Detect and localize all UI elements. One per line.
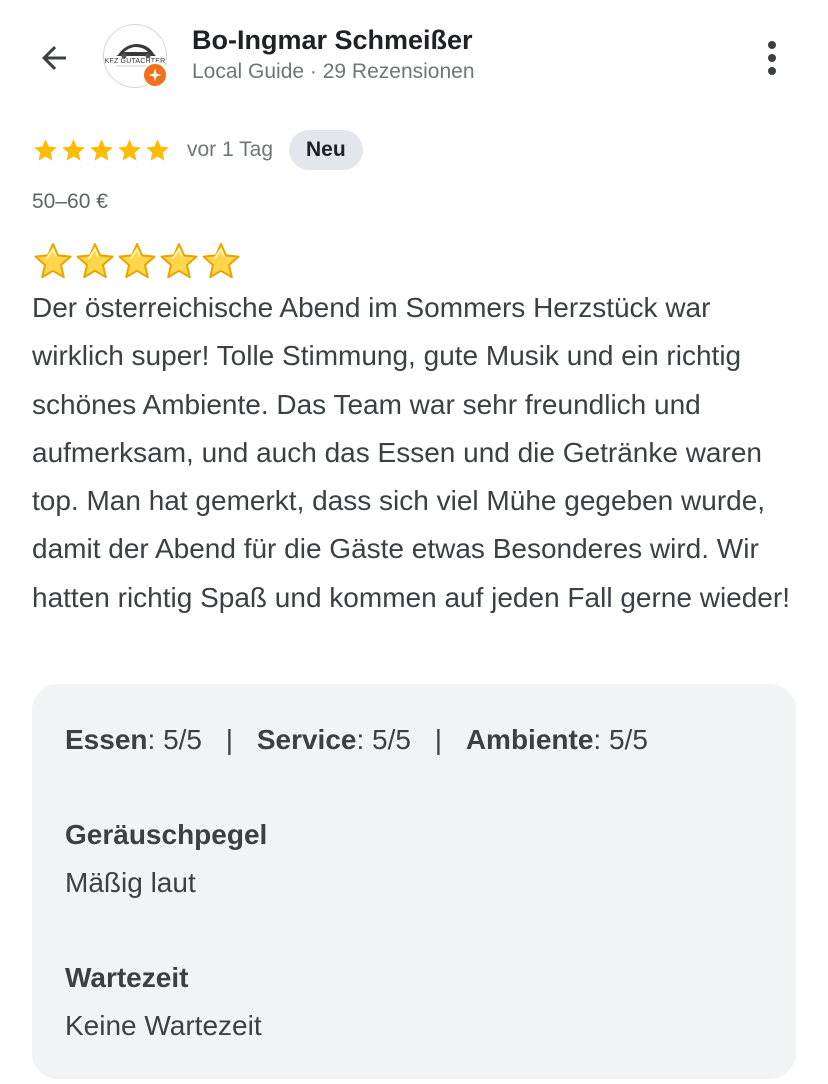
star-rating xyxy=(32,137,171,164)
star-icon xyxy=(90,138,113,161)
back-button[interactable] xyxy=(28,32,80,84)
emoji-star-icon xyxy=(118,243,156,279)
scores-row: Essen: 5/5 | Service: 5/5 | Ambiente: 5/… xyxy=(65,724,648,755)
attributes-panel: Essen: 5/5 | Service: 5/5 | Ambiente: 5/… xyxy=(32,684,796,1079)
score-value-ambiente: 5/5 xyxy=(608,724,648,755)
score-label-ambiente: Ambiente xyxy=(465,724,594,755)
review-time: vor 1 Tag xyxy=(187,138,273,161)
emoji-star-icon xyxy=(34,243,72,279)
more-vertical-icon xyxy=(768,41,776,75)
local-guide-badge xyxy=(142,62,168,88)
separator: | xyxy=(225,724,234,755)
author-meta: Local Guide · 29 Rezensionen xyxy=(192,60,475,83)
emoji-star-icon xyxy=(76,243,114,279)
back-arrow-icon xyxy=(42,46,66,70)
score-value-service: 5/5 xyxy=(372,724,411,755)
review-header: KFZ GUTACHTER Bo-Ingmar Schmeißer Local … xyxy=(0,0,828,120)
local-guide-star-icon xyxy=(148,68,162,82)
score-value-essen: 5/5 xyxy=(163,724,202,755)
emoji-stars: ⭐⭐⭐⭐⭐ xyxy=(32,240,242,282)
emoji-star-icon xyxy=(160,243,198,279)
review-text: Der österreichische Abend im Sommers Her… xyxy=(32,292,790,613)
score-label-service: Service xyxy=(256,724,357,755)
score-label-essen: Essen xyxy=(65,724,148,755)
star-icon xyxy=(146,138,169,161)
rating-row: vor 1 Tag Neu xyxy=(32,130,363,170)
emoji-star-icon xyxy=(202,243,240,279)
price-range: 50–60 € xyxy=(32,190,108,213)
star-icon xyxy=(62,138,85,161)
new-badge: Neu xyxy=(289,130,363,170)
star-icon xyxy=(118,138,141,161)
noise-level-value: Mäßig laut xyxy=(65,867,196,898)
wait-time-value: Keine Wartezeit xyxy=(65,1010,262,1041)
more-options-button[interactable] xyxy=(748,34,796,82)
wait-time-label: Wartezeit xyxy=(65,962,189,993)
noise-level-label: Geräuschpegel xyxy=(65,819,268,850)
star-icon xyxy=(34,138,57,161)
author-name[interactable]: Bo-Ingmar Schmeißer xyxy=(192,25,473,56)
separator: | xyxy=(434,724,443,755)
